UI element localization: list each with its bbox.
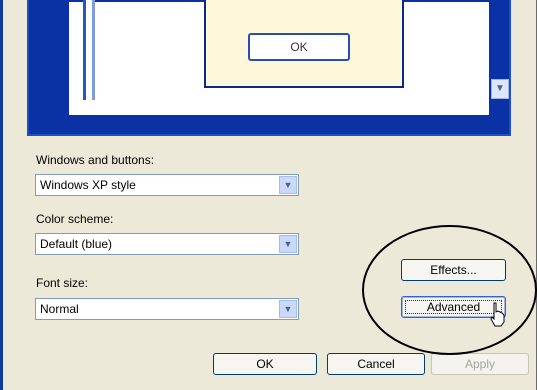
font-size-label: Font size: <box>36 276 89 290</box>
chevron-down-icon[interactable]: ▼ <box>279 300 297 318</box>
appearance-preview: OK ▼ <box>27 0 511 136</box>
font-size-select[interactable]: Normal ▼ <box>35 298 299 320</box>
preview-inactive-window-edge <box>83 0 95 100</box>
display-properties-dialog: OK ▼ Windows and buttons: Windows XP sty… <box>0 0 537 390</box>
highlight-ellipse <box>362 225 537 355</box>
cancel-button[interactable]: Cancel <box>327 353 425 375</box>
color-scheme-select[interactable]: Default (blue) ▼ <box>35 233 299 255</box>
apply-button[interactable]: Apply <box>431 353 529 375</box>
chevron-down-icon: ▼ <box>491 79 509 99</box>
window-border <box>0 0 3 390</box>
chevron-down-icon[interactable]: ▼ <box>279 176 297 194</box>
windows-buttons-value: Windows XP style <box>40 178 136 192</box>
color-scheme-label: Color scheme: <box>36 212 114 226</box>
windows-buttons-select[interactable]: Windows XP style ▼ <box>35 174 299 196</box>
font-size-value: Normal <box>40 302 79 316</box>
hand-cursor-icon <box>490 302 505 327</box>
windows-buttons-label: Windows and buttons: <box>36 153 155 167</box>
color-scheme-value: Default (blue) <box>40 237 113 251</box>
ok-button[interactable]: OK <box>213 353 317 375</box>
preview-ok-button: OK <box>248 33 350 61</box>
chevron-down-icon[interactable]: ▼ <box>279 235 297 253</box>
